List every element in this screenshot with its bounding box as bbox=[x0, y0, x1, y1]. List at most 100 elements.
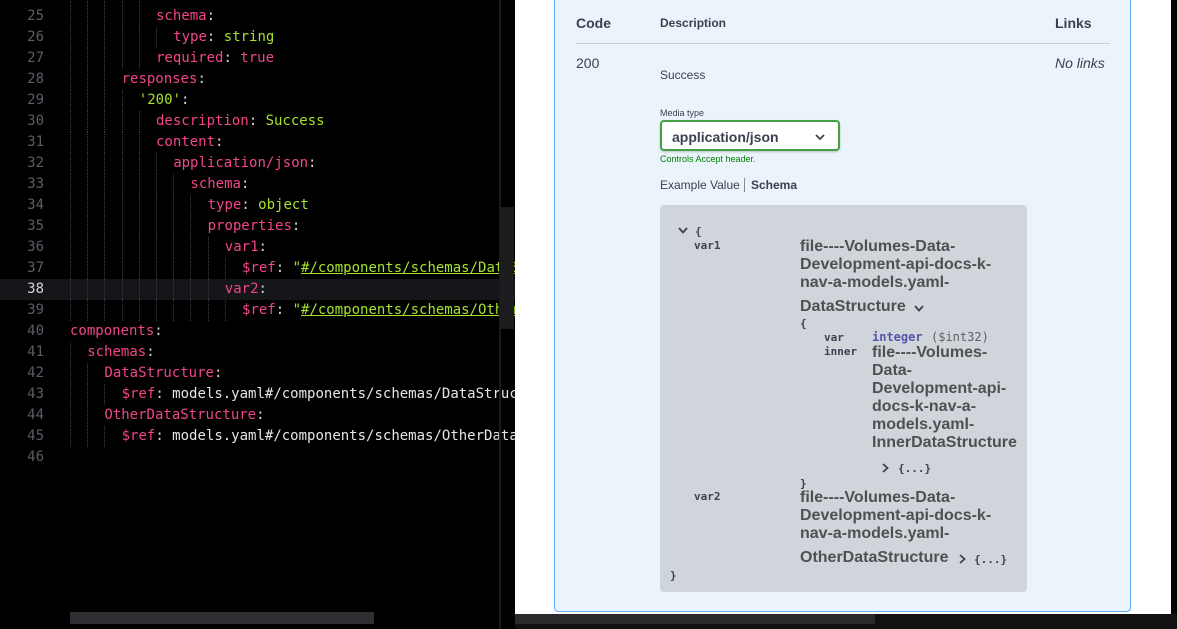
code-line[interactable]: 35 properties: bbox=[0, 216, 515, 237]
code-token: schema bbox=[156, 8, 207, 24]
editor-horizontal-scrollbar[interactable] bbox=[70, 612, 374, 624]
code-line[interactable]: 44 OtherDataStructure: bbox=[0, 405, 515, 426]
indent-guide bbox=[121, 216, 123, 237]
indent-guide bbox=[104, 216, 106, 237]
code-token: true bbox=[240, 50, 275, 66]
code-text: var2: bbox=[225, 279, 267, 300]
indent-guide bbox=[104, 153, 106, 174]
chevron-right-icon[interactable] bbox=[957, 553, 967, 565]
code-line[interactable]: 34 type: object bbox=[0, 195, 515, 216]
code-line[interactable]: 36 var1: bbox=[0, 237, 515, 258]
code-text: schemas: bbox=[87, 342, 154, 363]
code-editor[interactable]: 24name: token25schema:26type: string27re… bbox=[0, 0, 515, 629]
code-line[interactable]: 41 schemas: bbox=[0, 342, 515, 363]
line-number: 29 bbox=[27, 92, 44, 108]
indent-guide bbox=[138, 111, 140, 132]
line-number: 33 bbox=[27, 176, 44, 192]
indent-guide bbox=[70, 384, 71, 405]
code-token: : bbox=[291, 218, 301, 234]
chevron-down-icon bbox=[814, 130, 826, 142]
inner-model-title-3: Development-api- bbox=[872, 380, 1007, 397]
swagger-preview[interactable]: Code Description Links 200 Success No li… bbox=[515, 0, 1171, 614]
inner-open-brace: { bbox=[800, 317, 807, 330]
code-line[interactable]: 39 $ref: "#/components/schemas/OtherDataS… bbox=[0, 300, 515, 321]
code-token: $ref bbox=[121, 428, 156, 444]
response-code: 200 bbox=[576, 55, 600, 71]
var1-model-title-4[interactable]: DataStructure bbox=[800, 298, 906, 316]
code-token: #/components/schemas/DataStructure bbox=[301, 260, 515, 276]
indent-guide bbox=[87, 279, 89, 300]
var2-model-title-2: Development-api-docs-k- bbox=[800, 507, 992, 524]
code-line[interactable]: 26 type: string bbox=[0, 27, 515, 48]
code-text: type: object bbox=[208, 195, 309, 216]
code-line[interactable]: 28 responses: bbox=[0, 69, 515, 90]
var2-collapsed[interactable]: {...} bbox=[974, 553, 1007, 566]
inner-collapsed[interactable]: {...} bbox=[898, 462, 931, 475]
editor-vertical-scrollbar[interactable] bbox=[500, 207, 514, 329]
code-token: : bbox=[241, 197, 259, 213]
code-token: schemas bbox=[87, 344, 147, 360]
code-line[interactable]: 25 schema: bbox=[0, 6, 515, 27]
indent-guide bbox=[121, 6, 123, 27]
code-line[interactable]: 32 application/json: bbox=[0, 153, 515, 174]
code-token: : bbox=[308, 155, 317, 171]
indent-guide bbox=[70, 342, 71, 363]
code-line[interactable]: 31 content: bbox=[0, 132, 515, 153]
indent-guide bbox=[70, 6, 71, 27]
chevron-down-icon[interactable] bbox=[677, 226, 689, 236]
preview-horizontal-scrollbar[interactable] bbox=[515, 614, 875, 624]
inner-model-title-6[interactable]: InnerDataStructure bbox=[872, 434, 1017, 452]
code-line[interactable]: 30 description: Success bbox=[0, 111, 515, 132]
indent-guide bbox=[70, 426, 71, 447]
indent-guide bbox=[87, 174, 89, 195]
tab-schema[interactable]: Schema bbox=[751, 178, 797, 192]
indent-guide bbox=[173, 216, 175, 237]
code-token: : bbox=[275, 260, 293, 276]
indent-guide bbox=[87, 363, 89, 384]
property-inner-name: inner bbox=[824, 345, 858, 358]
code-line[interactable]: 46 bbox=[0, 447, 515, 468]
line-number: 45 bbox=[27, 428, 44, 444]
property-var2-name: var2 bbox=[694, 490, 721, 503]
code-token: DataStructure bbox=[104, 365, 214, 381]
tab-example-value[interactable]: Example Value bbox=[660, 178, 740, 192]
indent-guide bbox=[138, 195, 140, 216]
code-token: responses bbox=[121, 71, 198, 87]
indent-guide bbox=[121, 90, 123, 111]
indent-guide bbox=[173, 258, 175, 279]
code-line[interactable]: 42 DataStructure: bbox=[0, 363, 515, 384]
code-token: : bbox=[248, 113, 266, 129]
code-token: : bbox=[155, 386, 173, 402]
code-line[interactable]: 40 components: bbox=[0, 321, 515, 342]
code-token: string bbox=[223, 29, 275, 45]
code-line[interactable]: 45 $ref: models.yaml#/components/schemas/… bbox=[0, 426, 515, 447]
code-line[interactable]: 33 schema: bbox=[0, 174, 515, 195]
code-token: token bbox=[207, 0, 249, 3]
indent-guide bbox=[138, 153, 140, 174]
code-line[interactable]: 43 $ref: models.yaml#/components/schemas/… bbox=[0, 384, 515, 405]
chevron-right-icon[interactable] bbox=[880, 462, 890, 474]
code-line[interactable]: 27 required: true bbox=[0, 48, 515, 69]
indent-guide bbox=[173, 300, 175, 321]
var2-model-title-3: nav-a-models.yaml- bbox=[800, 525, 950, 542]
indent-guide bbox=[156, 153, 157, 174]
indent-guide bbox=[104, 258, 106, 279]
indent-guide bbox=[138, 174, 140, 195]
chevron-down-icon[interactable] bbox=[913, 304, 925, 314]
code-line[interactable]: 37 $ref: "#/components/schemas/DataStruct… bbox=[0, 258, 515, 279]
media-type-select[interactable]: application/json bbox=[660, 120, 840, 151]
code-line[interactable]: 38 var2: bbox=[0, 279, 515, 300]
schema-close-brace: } bbox=[670, 569, 677, 582]
indent-guide bbox=[87, 258, 89, 279]
indent-guide bbox=[104, 6, 106, 27]
indent-guide bbox=[87, 48, 89, 69]
indent-guide bbox=[121, 153, 123, 174]
code-text: schema: bbox=[190, 174, 249, 195]
line-number: 25 bbox=[27, 8, 44, 24]
code-token: $ref bbox=[121, 386, 156, 402]
code-token: type bbox=[207, 197, 242, 213]
var2-model-title-4[interactable]: OtherDataStructure bbox=[800, 549, 948, 567]
code-text: responses: bbox=[122, 69, 206, 90]
code-line[interactable]: 29 '200': bbox=[0, 90, 515, 111]
indent-guide bbox=[70, 300, 71, 321]
